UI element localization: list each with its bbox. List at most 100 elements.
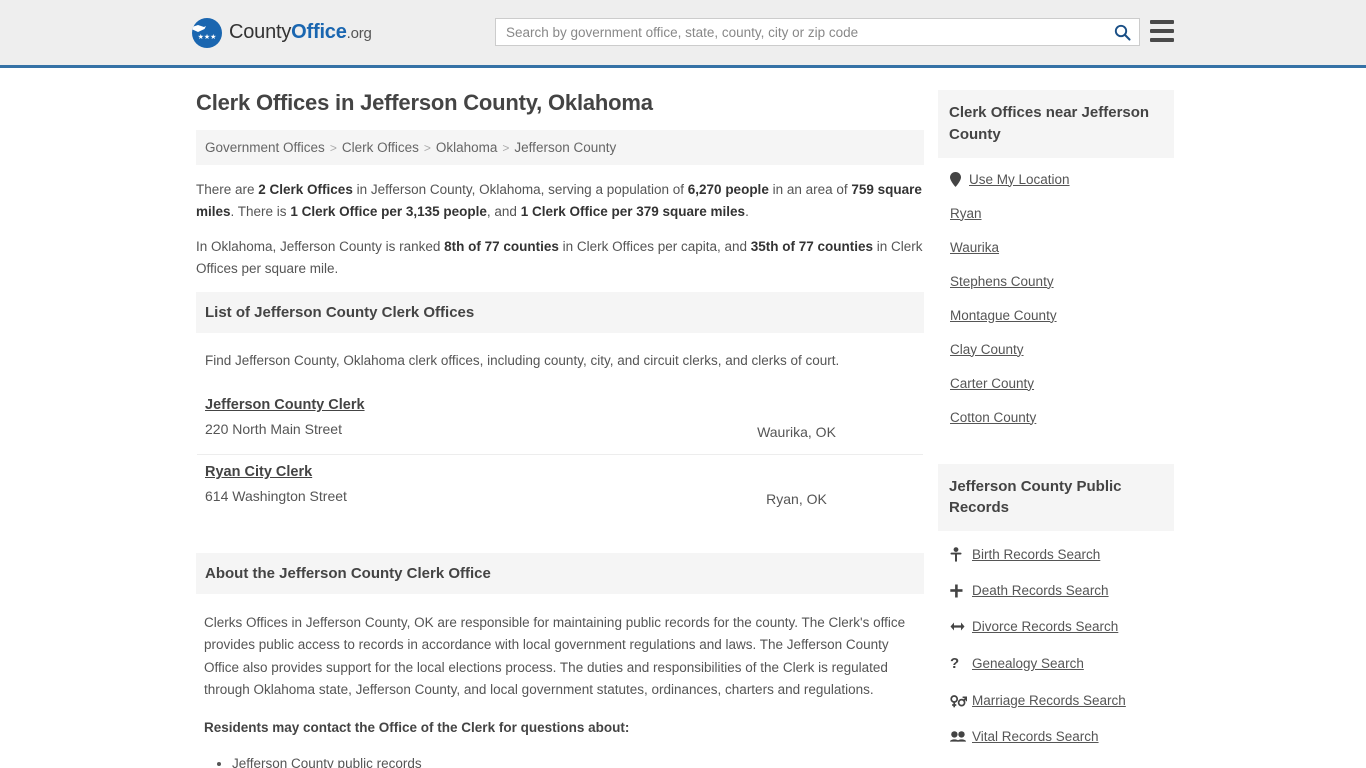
sidebar-item-waurika[interactable]: Waurika xyxy=(950,240,1174,255)
search-input[interactable] xyxy=(496,19,1105,45)
stat-rank-area: 35th of 77 counties xyxy=(750,238,874,254)
sidebar-item-death-records[interactable]: Death Records Search xyxy=(950,583,1174,598)
page-title: Clerk Offices in Jefferson County, Oklah… xyxy=(196,90,653,115)
public-records-card: Jefferson County Public Records Birth Re… xyxy=(938,463,1174,768)
list-section-body: Find Jefferson County, Oklahoma clerk of… xyxy=(196,351,924,520)
sidebar-item-stephens-county[interactable]: Stephens County xyxy=(950,274,1174,289)
nearby-offices-card: Clerk Offices near Jefferson County Use … xyxy=(938,90,1174,450)
about-section-body: Clerks Offices in Jefferson County, OK a… xyxy=(196,612,924,768)
office-info: Ryan City Clerk 614 Washington Street xyxy=(205,463,670,504)
sidebar-link-label[interactable]: Ryan xyxy=(950,206,982,221)
stat-population: 6,270 people xyxy=(687,182,769,197)
office-city: Waurika, OK xyxy=(757,423,836,440)
office-address: 220 North Main Street xyxy=(205,420,342,437)
breadcrumb-separator: > xyxy=(329,141,337,155)
intro-text: in an area of xyxy=(768,182,852,197)
sidebar-link-label[interactable]: Waurika xyxy=(950,240,999,255)
intro-text: In Oklahoma, Jefferson County is ranked xyxy=(196,238,445,254)
search-icon xyxy=(1114,24,1131,41)
sidebar-link-label[interactable]: Genealogy Search xyxy=(972,656,1084,671)
sidebar-item-birth-records[interactable]: Birth Records Search xyxy=(950,547,1174,562)
venus-mars-icon xyxy=(950,694,972,708)
sidebar-link-label[interactable]: Vital Records Search xyxy=(972,729,1099,744)
about-bullet-list: Jefferson County public records Property… xyxy=(204,754,924,768)
breadcrumb-item-3[interactable]: Jefferson County xyxy=(514,140,616,155)
intro-text: in Jefferson County, Oklahoma, serving a… xyxy=(352,182,688,197)
list-section-description: Find Jefferson County, Oklahoma clerk of… xyxy=(205,353,840,369)
main-column: Clerk Offices in Jefferson County, Oklah… xyxy=(196,68,924,768)
office-city: Ryan, OK xyxy=(766,490,827,507)
sidebar-link-label[interactable]: Montague County xyxy=(950,308,1057,323)
sidebar-link-label[interactable]: Stephens County xyxy=(950,274,1054,289)
sidebar-link-label[interactable]: Cotton County xyxy=(950,410,1036,425)
sidebar-link-label[interactable]: Carter County xyxy=(950,376,1034,391)
logo-part-office: Office xyxy=(291,21,347,43)
sidebar-item-genealogy-search[interactable]: ? Genealogy Search xyxy=(950,655,1174,672)
breadcrumb-item-1[interactable]: Clerk Offices xyxy=(342,140,419,155)
intro-paragraph-2: In Oklahoma, Jefferson County is ranked … xyxy=(196,236,924,280)
office-name-link[interactable]: Jefferson County Clerk xyxy=(205,397,365,413)
about-list-lead: Residents may contact the Office of the … xyxy=(204,720,630,736)
logo-part-county: County xyxy=(229,21,292,43)
public-records-heading: Jefferson County Public Records xyxy=(938,463,1174,531)
stat-office-count: 2 Clerk Offices xyxy=(258,182,353,197)
breadcrumb-item-2[interactable]: Oklahoma xyxy=(436,140,498,155)
logo-wordmark: CountyOffice.org xyxy=(229,21,372,44)
sidebar-link-label[interactable]: Clay County xyxy=(950,342,1024,357)
page-container: Clerk Offices in Jefferson County, Oklah… xyxy=(0,68,1366,768)
office-list-item[interactable]: Ryan City Clerk 614 Washington Street Ry… xyxy=(197,455,923,521)
sidebar-item-clay-county[interactable]: Clay County xyxy=(950,342,1174,357)
sidebar-item-cotton-county[interactable]: Cotton County xyxy=(950,410,1174,425)
sidebar-item-divorce-records[interactable]: Divorce Records Search xyxy=(950,619,1174,634)
breadcrumb: Government Offices > Clerk Offices > Oklahom… xyxy=(196,130,924,165)
map-pin-icon xyxy=(950,171,969,187)
sidebar-item-montague-county[interactable]: Montague County xyxy=(950,308,1174,323)
about-paragraph: Clerks Offices in Jefferson County, OK a… xyxy=(204,614,906,697)
site-logo[interactable]: ★★★ CountyOffice.org xyxy=(192,17,372,48)
office-name-link[interactable]: Ryan City Clerk xyxy=(205,464,312,480)
intro-text: in Clerk Offices per capita, and xyxy=(558,238,751,254)
stat-per-area: 1 Clerk Office per 379 square miles xyxy=(520,203,746,219)
stat-rank-capita: 8th of 77 counties xyxy=(444,238,559,254)
intro-text: . There is xyxy=(230,203,291,219)
intro-stats: There are 2 Clerk Offices in Jefferson C… xyxy=(196,179,924,279)
office-address: 614 Washington Street xyxy=(205,487,347,504)
search-box[interactable] xyxy=(495,18,1140,46)
nearby-offices-heading: Clerk Offices near Jefferson County xyxy=(938,90,1174,158)
public-records-links: Birth Records Search Death Records Searc… xyxy=(938,531,1174,768)
intro-text: . xyxy=(745,203,749,219)
people-icon xyxy=(950,731,972,742)
stat-per-people: 1 Clerk Office per 3,135 people xyxy=(290,203,487,219)
breadcrumb-separator: > xyxy=(423,141,431,155)
question-mark-icon: ? xyxy=(950,655,960,672)
double-arrow-icon xyxy=(950,621,972,632)
logo-part-org: .org xyxy=(346,25,372,42)
intro-paragraph-1: There are 2 Clerk Offices in Jefferson C… xyxy=(196,179,924,223)
cross-icon xyxy=(950,584,972,598)
list-item: Jefferson County public records xyxy=(232,754,924,768)
sidebar-link-label[interactable]: Use My Location xyxy=(969,172,1070,187)
sidebar-item-marriage-records[interactable]: Marriage Records Search xyxy=(950,693,1174,708)
sidebar-link-label[interactable]: Divorce Records Search xyxy=(972,619,1118,634)
sidebar-item-carter-county[interactable]: Carter County xyxy=(950,376,1174,391)
sidebar-item-ryan[interactable]: Ryan xyxy=(950,206,1174,221)
sidebar: Clerk Offices near Jefferson County Use … xyxy=(938,68,1174,768)
about-section-heading: About the Jefferson County Clerk Office xyxy=(196,552,924,594)
list-section-heading: List of Jefferson County Clerk Offices xyxy=(196,292,924,334)
breadcrumb-separator: > xyxy=(502,141,510,155)
intro-text: There are xyxy=(196,182,259,197)
intro-text: , and xyxy=(486,203,521,219)
office-list-item[interactable]: Jefferson County Clerk 220 North Main St… xyxy=(197,388,923,455)
sidebar-item-vital-records[interactable]: Vital Records Search xyxy=(950,729,1174,744)
sidebar-item-use-my-location[interactable]: Use My Location xyxy=(950,171,1174,187)
hamburger-menu-icon[interactable] xyxy=(1150,20,1174,42)
search-button[interactable] xyxy=(1105,19,1139,45)
sidebar-link-label[interactable]: Death Records Search xyxy=(972,583,1109,598)
breadcrumb-item-0[interactable]: Government Offices xyxy=(205,140,325,155)
sidebar-link-label[interactable]: Birth Records Search xyxy=(972,547,1100,562)
sidebar-link-label[interactable]: Marriage Records Search xyxy=(972,693,1126,708)
eagle-crest-icon: ★★★ xyxy=(192,17,222,48)
stars-glyph: ★★★ xyxy=(197,33,217,41)
office-info: Jefferson County Clerk 220 North Main St… xyxy=(205,396,670,437)
nearby-offices-links: Use My Location Ryan Waurika Stephens Co… xyxy=(938,158,1174,450)
